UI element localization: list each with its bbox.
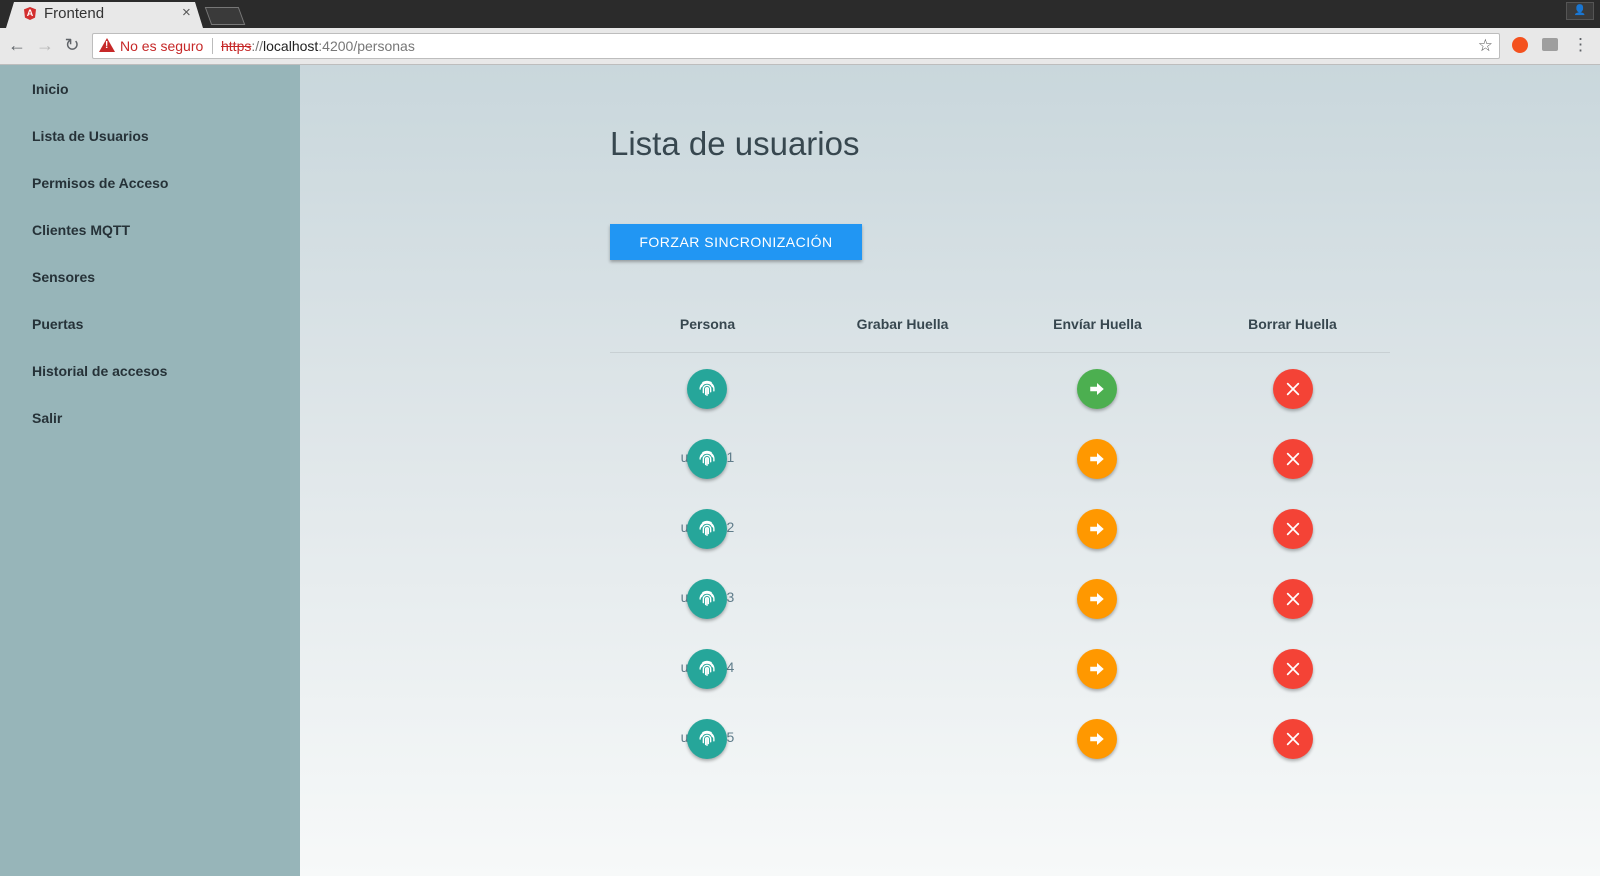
forward-icon[interactable]: → (34, 34, 56, 56)
table-header: Persona Grabar Huella Envíar Huella Borr… (610, 302, 1390, 353)
close-icon (1286, 662, 1300, 676)
delete-fingerprint-button[interactable] (1273, 509, 1313, 549)
tab-title: Frontend (44, 5, 105, 22)
fingerprint-icon (699, 520, 715, 537)
browser-tab[interactable] (6, 2, 203, 28)
sidebar-item-puertas[interactable]: Puertas (32, 316, 83, 332)
send-fingerprint-button[interactable] (1077, 369, 1117, 409)
delete-fingerprint-button[interactable] (1273, 649, 1313, 689)
header-borrar-huella: Borrar Huella (1248, 316, 1337, 332)
url-separator: :// (251, 38, 264, 54)
sidebar-item-salir[interactable]: Salir (32, 410, 62, 426)
table-row: jdoe (610, 353, 1390, 423)
record-fingerprint-button[interactable] (687, 579, 727, 619)
new-tab-button[interactable] (204, 7, 246, 25)
delete-fingerprint-button[interactable] (1273, 579, 1313, 619)
send-fingerprint-button[interactable] (1077, 649, 1117, 689)
sidebar-item-permisos-de-acceso[interactable]: Permisos de Acceso (32, 175, 168, 191)
fingerprint-icon (699, 660, 715, 677)
record-fingerprint-button[interactable] (687, 649, 727, 689)
url-host: localhost (263, 38, 319, 54)
users-table: Persona Grabar Huella Envíar Huella Borr… (610, 302, 1390, 773)
reload-icon[interactable]: ↻ (61, 34, 83, 56)
fingerprint-icon (699, 380, 715, 397)
sidebar-item-inicio[interactable]: Inicio (32, 81, 69, 97)
profile-icon[interactable]: 👤 (1566, 2, 1594, 20)
delete-fingerprint-button[interactable] (1273, 439, 1313, 479)
main-content: Lista de usuarios FORZAR SINCRONIZACIÓN … (300, 65, 1600, 876)
sidebar-item-sensores[interactable]: Sensores (32, 269, 95, 285)
extension-icon[interactable] (1542, 38, 1558, 51)
table-row: usuario3 (610, 563, 1390, 633)
close-icon (1286, 522, 1300, 536)
fingerprint-icon (699, 590, 715, 607)
sidebar: Inicio Lista de Usuarios Permisos de Acc… (0, 65, 300, 876)
send-fingerprint-button[interactable] (1077, 509, 1117, 549)
delete-fingerprint-button[interactable] (1273, 369, 1313, 409)
arrow-right-icon (1090, 383, 1104, 395)
omnibox-divider (212, 38, 213, 54)
close-icon (1286, 382, 1300, 396)
tab-close-icon[interactable]: × (182, 4, 191, 21)
sidebar-item-clientes-mqtt[interactable]: Clientes MQTT (32, 222, 130, 238)
record-fingerprint-button[interactable] (687, 719, 727, 759)
url-scheme: https (221, 38, 252, 54)
send-fingerprint-button[interactable] (1077, 579, 1117, 619)
record-fingerprint-button[interactable] (687, 369, 727, 409)
close-icon (1286, 452, 1300, 466)
record-fingerprint-button[interactable] (687, 439, 727, 479)
arrow-right-icon (1090, 733, 1104, 745)
table-body: jdoe usuario1 (610, 353, 1390, 773)
table-row: usuario2 (610, 493, 1390, 563)
angular-favicon-icon: A (24, 7, 36, 20)
send-fingerprint-button[interactable] (1077, 439, 1117, 479)
browser-tabstrip: A Frontend × 👤 (0, 0, 1600, 28)
header-grabar-huella: Grabar Huella (856, 316, 949, 332)
record-fingerprint-button[interactable] (687, 509, 727, 549)
url-text[interactable]: https://localhost:4200/personas (221, 38, 415, 54)
extension-icon[interactable] (1512, 37, 1528, 53)
arrow-right-icon (1090, 523, 1104, 535)
delete-fingerprint-button[interactable] (1273, 719, 1313, 759)
header-enviar-huella: Envíar Huella (1053, 316, 1142, 332)
security-indicator[interactable]: No es seguro (120, 38, 203, 54)
table-row: usuario1 (610, 423, 1390, 493)
browser-toolbar: ← → ↻ ! No es seguro https://localhost:4… (0, 28, 1600, 65)
force-sync-button[interactable]: FORZAR SINCRONIZACIÓN (610, 224, 862, 260)
warning-icon: ! (99, 38, 115, 52)
arrow-right-icon (1090, 593, 1104, 605)
table-row: usuario5 (610, 703, 1390, 773)
bookmark-star-icon[interactable]: ☆ (1478, 36, 1493, 56)
page-title: Lista de usuarios (610, 125, 860, 162)
table-row: usuario4 (610, 633, 1390, 703)
close-icon (1286, 592, 1300, 606)
arrow-right-icon (1090, 663, 1104, 675)
address-bar[interactable]: ! No es seguro https://localhost:4200/pe… (92, 33, 1500, 59)
sidebar-item-lista-de-usuarios[interactable]: Lista de Usuarios (32, 128, 149, 144)
send-fingerprint-button[interactable] (1077, 719, 1117, 759)
arrow-right-icon (1090, 453, 1104, 465)
fingerprint-icon (699, 730, 715, 747)
close-icon (1286, 732, 1300, 746)
header-persona: Persona (679, 316, 736, 332)
back-icon[interactable]: ← (6, 34, 28, 56)
browser-menu-icon[interactable]: ⋮ (1572, 34, 1589, 56)
fingerprint-icon (699, 450, 715, 467)
url-path: :4200/personas (318, 38, 415, 54)
sidebar-item-historial-de-accesos[interactable]: Historial de accesos (32, 363, 167, 379)
